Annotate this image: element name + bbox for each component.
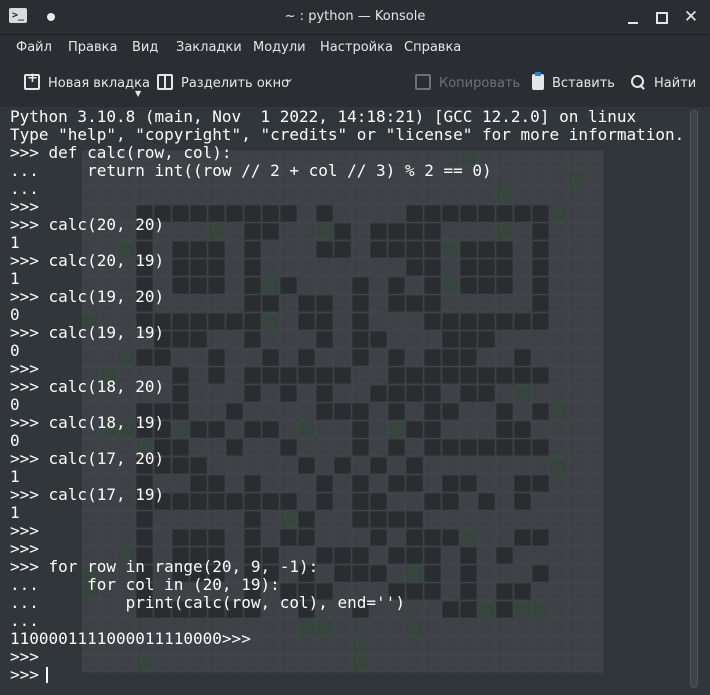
terminal-line: 0 — [10, 341, 20, 360]
terminal-line: >>> calc(20, 20) — [10, 215, 165, 234]
copy-label: Копировать — [439, 76, 521, 91]
menu-help[interactable]: Справка — [404, 35, 461, 61]
terminal-line: >>> — [10, 647, 39, 666]
copy-icon — [415, 74, 431, 90]
terminal-line: 1100001111000011110000>>> — [10, 629, 251, 648]
terminal-line: >>> — [10, 359, 39, 378]
terminal-line: 1 — [10, 269, 20, 288]
terminal-line: 0 — [10, 305, 20, 324]
split-view-button[interactable]: Разделить окно — [157, 72, 289, 96]
terminal-line: 1 — [10, 467, 20, 486]
menu-bookmarks[interactable]: Закладки — [176, 35, 242, 61]
maximize-icon[interactable] — [654, 9, 670, 25]
paste-label: Вставить — [552, 76, 615, 91]
menu-file[interactable]: Файл — [16, 35, 52, 61]
terminal-line: Type "help", "copyright", "credits" or "… — [10, 125, 685, 144]
terminal-line: >>> calc(18, 20) — [10, 377, 165, 396]
terminal-line: >>> calc(19, 19) — [10, 323, 165, 342]
terminal-output: Python 3.10.8 (main, Nov 1 2022, 14:18:2… — [10, 108, 684, 684]
new-tab-icon — [24, 71, 40, 90]
find-button[interactable]: Найти — [630, 72, 696, 96]
terminal-scrollbar[interactable] — [690, 110, 698, 688]
terminal-line: ... return int((row // 2 + col // 3) % 2… — [10, 161, 492, 180]
new-tab-button[interactable]: Новая вкладка — [24, 71, 150, 96]
terminal-line: Python 3.10.8 (main, Nov 1 2022, 14:18:2… — [10, 107, 637, 126]
terminal-line: >>> — [10, 197, 39, 216]
terminal-line: >>> for row in range(20, 9, -1): — [10, 557, 319, 576]
terminal-line: >>> calc(17, 19) — [10, 485, 165, 504]
terminal-line: >>> calc(18, 19) — [10, 413, 165, 432]
terminal-line: ... print(calc(row, col), end='') — [10, 593, 405, 612]
menu-plugins[interactable]: Модули — [253, 35, 306, 61]
terminal-line: 1 — [10, 503, 20, 522]
terminal-line: 0 — [10, 431, 20, 450]
split-view-dropdown-icon[interactable]: ⌄ — [284, 71, 294, 85]
new-tab-dropdown-icon[interactable]: ▼ — [135, 89, 141, 98]
terminal-line: >>> — [10, 539, 39, 558]
copy-button[interactable]: Копировать — [415, 72, 520, 96]
terminal-line: >>> — [10, 665, 39, 684]
close-icon[interactable]: ✕ — [683, 9, 699, 26]
terminal-line: >>> def calc(row, col): — [10, 143, 232, 162]
minimize-icon[interactable] — [625, 9, 641, 25]
terminal-view[interactable]: Python 3.10.8 (main, Nov 1 2022, 14:18:2… — [0, 107, 710, 695]
konsole-window: >_ ~ : python — Konsole ✕ Файл Правка Ви… — [0, 0, 710, 695]
text-cursor — [46, 667, 48, 683]
titlebar: >_ ~ : python — Konsole ✕ — [0, 0, 710, 35]
toolbar: Новая вкладка ▼ Разделить окно Копироват… — [0, 61, 710, 108]
search-icon — [630, 74, 646, 90]
terminal-line: >>> — [10, 521, 39, 540]
menubar: Файл Правка Вид Закладки Модули Настройк… — [0, 35, 710, 61]
terminal-line: ... — [10, 611, 39, 630]
terminal-line: ... for col in (20, 19): — [10, 575, 280, 594]
find-label: Найти — [654, 76, 697, 91]
paste-button[interactable]: Вставить — [532, 72, 615, 96]
menu-edit[interactable]: Правка — [68, 35, 117, 61]
paste-icon — [532, 72, 544, 90]
terminal-line: >>> calc(19, 20) — [10, 287, 165, 306]
menu-settings[interactable]: Настройка — [320, 35, 393, 61]
terminal-line: >>> calc(20, 19) — [10, 251, 165, 270]
terminal-line: 1 — [10, 233, 20, 252]
terminal-line: >>> calc(17, 20) — [10, 449, 165, 468]
split-view-label: Разделить окно — [181, 76, 290, 91]
split-view-icon — [157, 74, 173, 90]
terminal-line: 0 — [10, 395, 20, 414]
terminal-line: ... — [10, 179, 39, 198]
menu-view[interactable]: Вид — [132, 35, 158, 61]
window-title: ~ : python — Konsole — [284, 9, 426, 24]
